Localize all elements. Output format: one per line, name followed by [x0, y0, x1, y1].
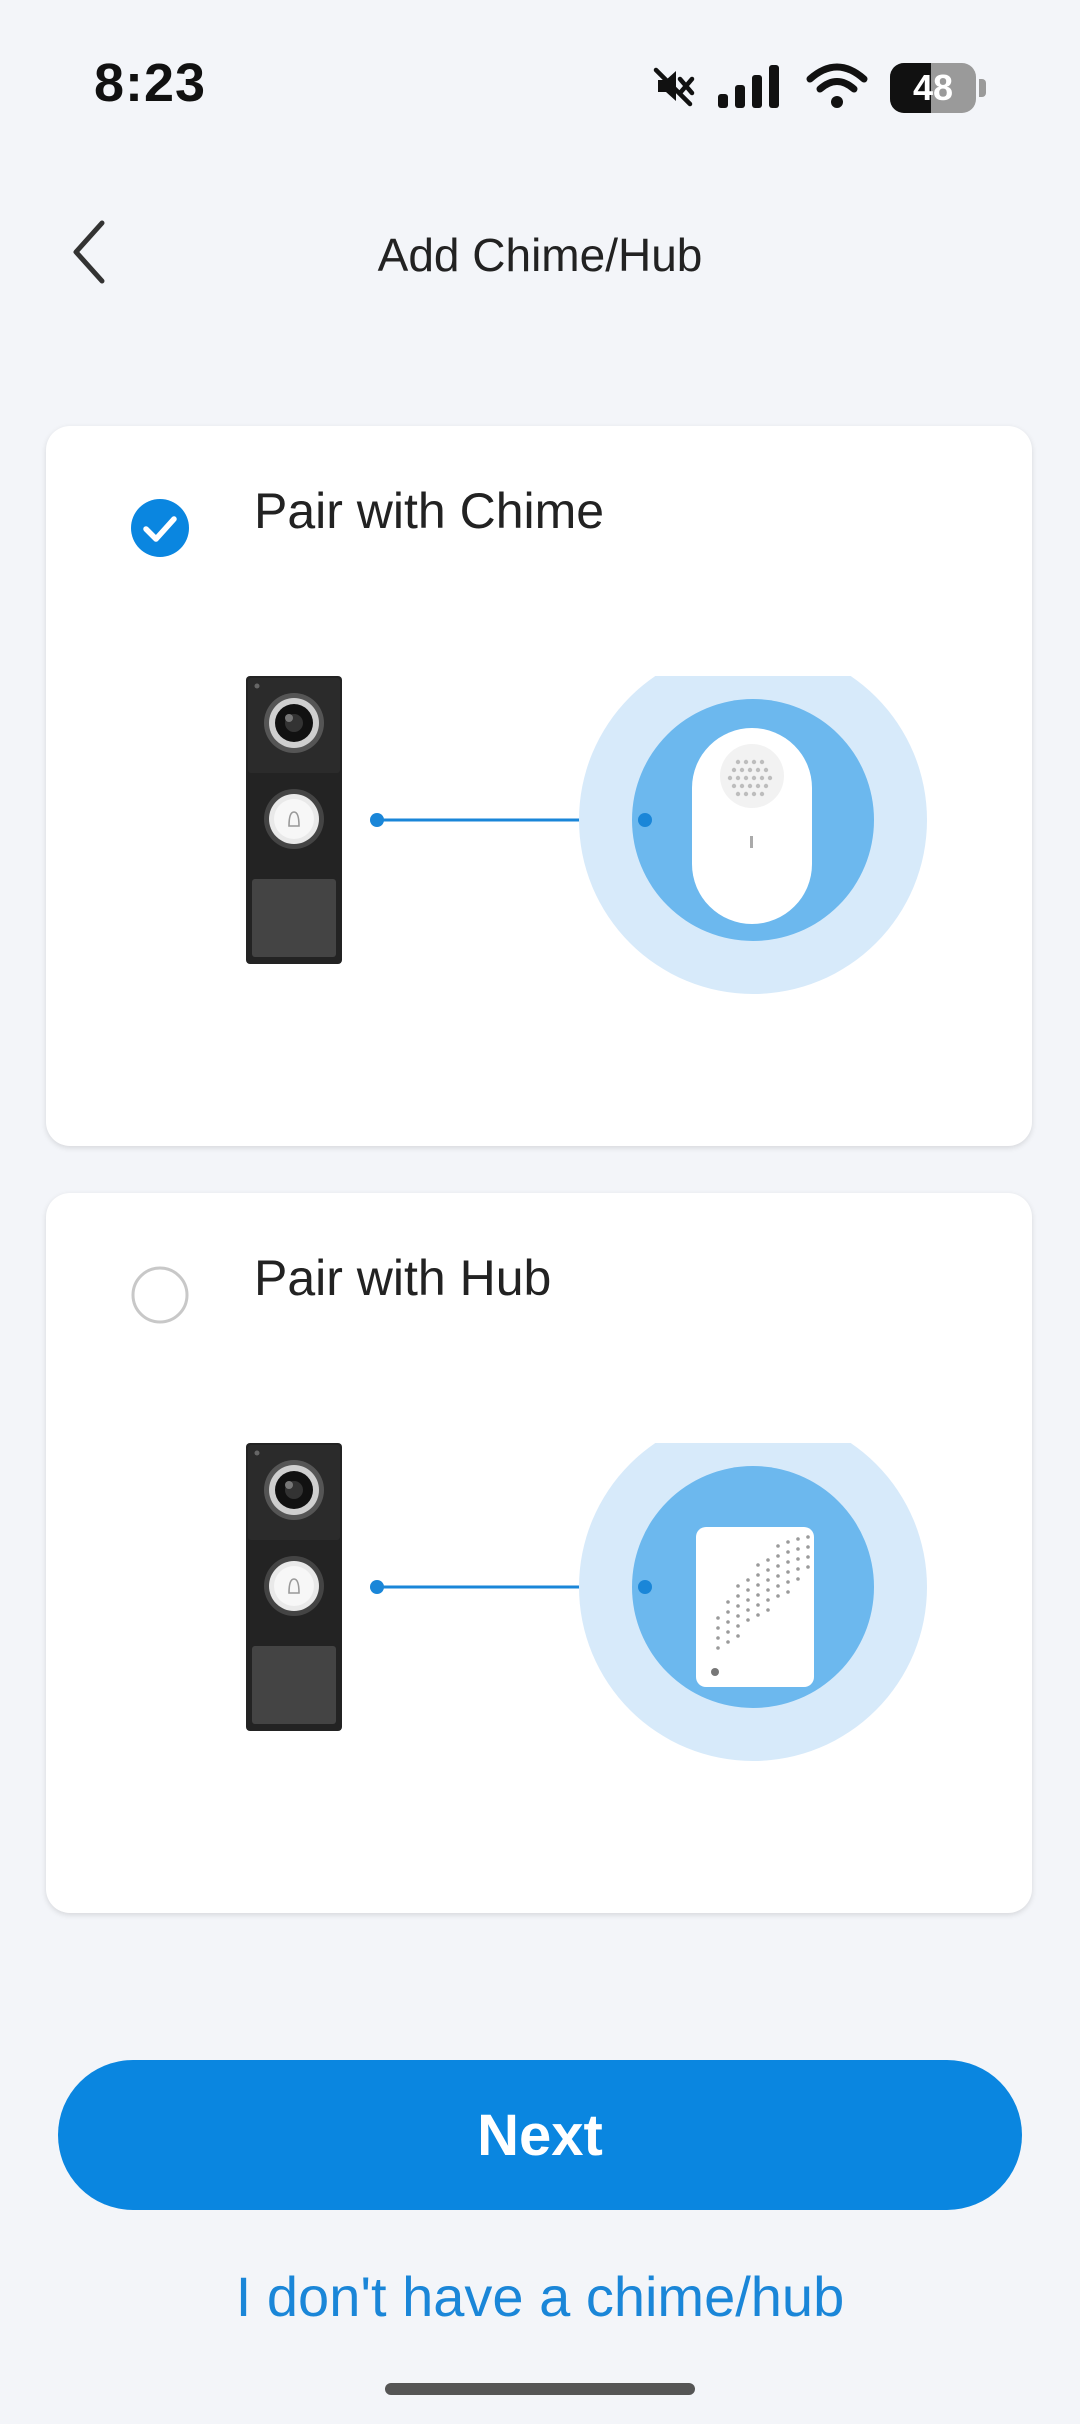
option-label: Pair with Chime [254, 483, 605, 539]
pair-with-hub-option[interactable]: Pair with Hub [46, 1193, 1032, 1913]
status-icons: 48 [652, 58, 986, 118]
wifi-icon [806, 62, 868, 115]
home-indicator[interactable] [385, 2383, 695, 2395]
pair-with-chime-option[interactable]: Pair with Chime [46, 426, 1032, 1146]
next-button[interactable]: Next [58, 2060, 1022, 2210]
header: Add Chime/Hub [0, 200, 1080, 310]
signal-icon [718, 62, 784, 115]
hub-pairing-illustration [246, 1443, 927, 1761]
battery-icon: 48 [890, 63, 986, 113]
radio-checked-icon[interactable] [130, 498, 190, 558]
hub-device-image [696, 1527, 814, 1687]
page-title: Add Chime/Hub [377, 229, 703, 281]
battery-level: 48 [912, 67, 954, 108]
mute-icon [652, 64, 696, 113]
doorbell-image [246, 1443, 342, 1731]
doorbell-image [246, 676, 342, 964]
radio-unchecked-icon[interactable] [130, 1265, 190, 1325]
chime-device-image [692, 728, 812, 924]
status-bar: 8:23 48 [0, 0, 1080, 170]
no-chime-hub-link[interactable]: I don't have a chime/hub [0, 2264, 1080, 2329]
option-label: Pair with Hub [254, 1250, 552, 1306]
status-time: 8:23 [94, 53, 207, 113]
chime-pairing-illustration [246, 676, 927, 994]
